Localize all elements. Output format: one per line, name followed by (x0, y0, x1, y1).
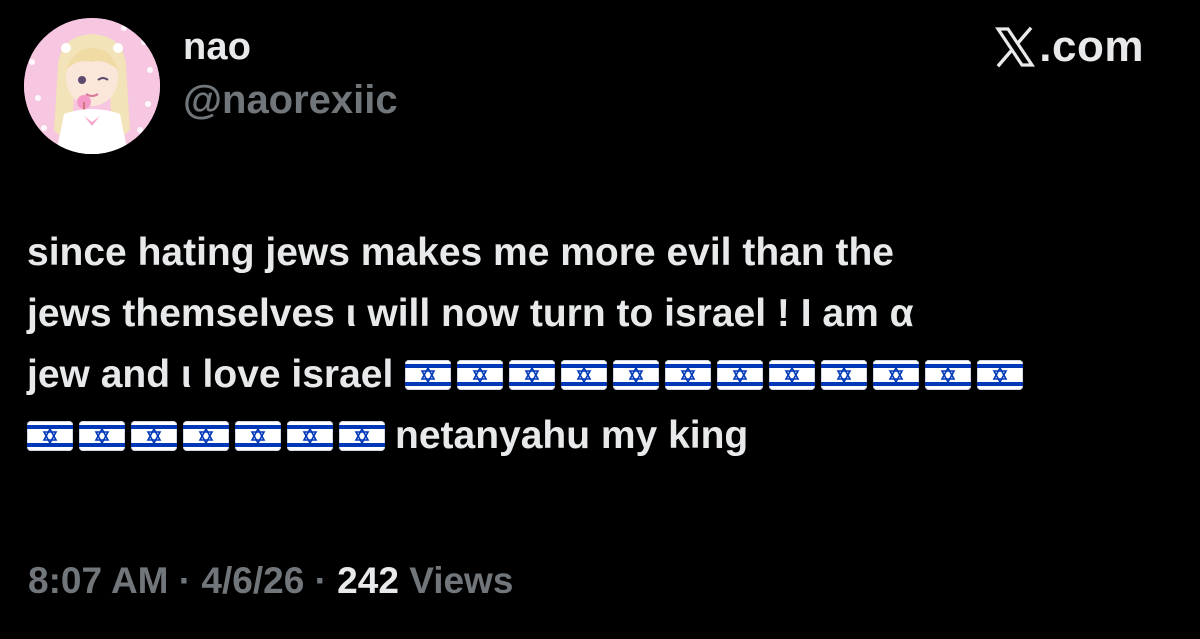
tweet-line: netanyahu my king (27, 405, 1177, 466)
israel-flag-icon (457, 359, 504, 390)
author-display-name[interactable]: nao (183, 26, 251, 69)
meta-separator: · (178, 560, 192, 601)
israel-flag-emoji-group (27, 420, 385, 451)
tweet-date[interactable]: 4/6/26 (201, 560, 304, 601)
israel-flag-icon (131, 420, 177, 451)
views-label[interactable]: Views (409, 560, 513, 601)
tweet-metadata: 8:07 AM · 4/6/26 · 242 Views (28, 560, 513, 602)
tweet-line: jew and ι love israel (27, 344, 1177, 405)
tweet-time[interactable]: 8:07 AM (28, 560, 169, 601)
israel-flag-icon (509, 359, 556, 390)
israel-flag-icon (769, 359, 816, 390)
brand-watermark: .com (995, 22, 1144, 72)
israel-flag-icon (561, 359, 608, 390)
meta-separator: · (314, 560, 327, 601)
israel-flag-icon (79, 420, 125, 451)
israel-flag-icon (821, 359, 868, 390)
tweet-line-2: jews themselves ι will now turn to israe… (27, 292, 914, 335)
israel-flag-icon (613, 359, 660, 390)
israel-flag-icon (287, 420, 333, 451)
israel-flag-icon (235, 420, 281, 451)
israel-flag-icon (665, 359, 712, 390)
israel-flag-icon (183, 420, 229, 451)
avatar[interactable] (24, 18, 160, 154)
israel-flag-emoji-group (405, 359, 1024, 390)
tweet-line-3-text: jew and ι love israel (27, 353, 394, 396)
israel-flag-icon (925, 359, 972, 390)
x-logo-icon (995, 26, 1036, 68)
tweet-line-4-text: netanyahu my king (395, 414, 749, 457)
israel-flag-icon (717, 359, 764, 390)
tweet-text: since hating jews makes me more evil tha… (27, 222, 1177, 466)
israel-flag-icon (27, 420, 73, 451)
israel-flag-icon (873, 359, 920, 390)
tweet-card: nao @naorexiic .com since hating jews ma… (0, 0, 1200, 639)
israel-flag-icon (339, 420, 385, 451)
brand-domain: .com (1039, 22, 1144, 71)
tweet-line: since hating jews makes me more evil tha… (27, 222, 1177, 283)
tweet-line: jews themselves ι will now turn to israe… (27, 283, 1177, 344)
author-handle[interactable]: @naorexiic (183, 78, 398, 123)
views-count[interactable]: 242 (337, 560, 399, 601)
israel-flag-icon (977, 359, 1024, 390)
israel-flag-icon (405, 359, 452, 390)
tweet-line-1: since hating jews makes me more evil tha… (27, 231, 894, 274)
